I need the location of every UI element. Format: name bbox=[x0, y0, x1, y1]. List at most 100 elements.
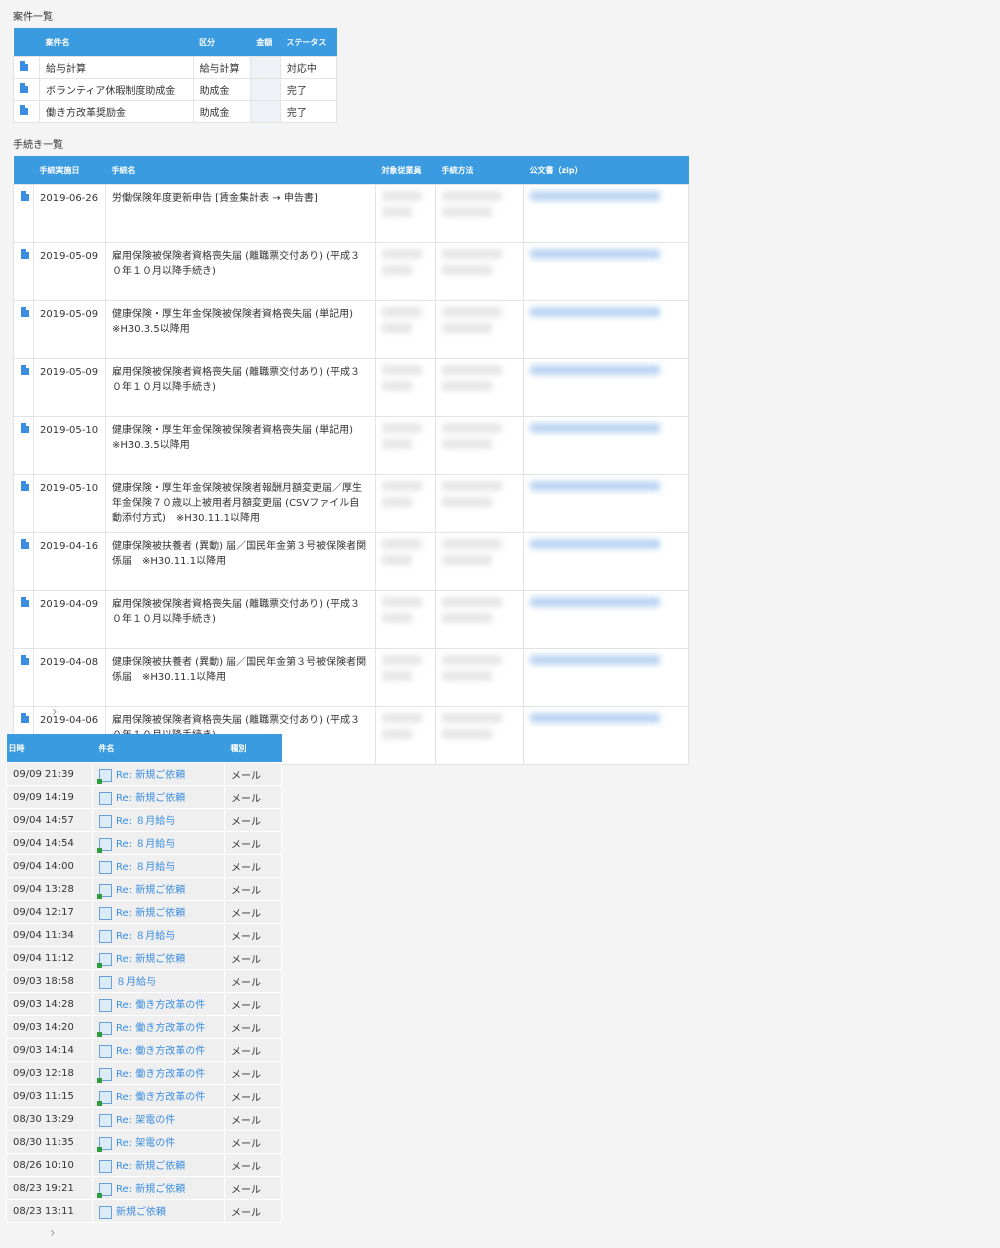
message-subject-link[interactable]: Re: ８月給与 bbox=[116, 862, 175, 873]
message-row[interactable]: 08/26 10:10 Re: 新規ご依頼 メール bbox=[6, 1153, 282, 1177]
message-subject-link[interactable]: Re: 働き方改革の件 bbox=[116, 1046, 205, 1057]
case-name[interactable]: ボランティア休暇制度助成金 bbox=[39, 78, 194, 101]
message-type: メール bbox=[224, 1084, 282, 1108]
message-row[interactable]: 09/03 12:18 Re: 働き方改革の件 メール bbox=[6, 1061, 282, 1085]
message-type: メール bbox=[224, 1199, 282, 1223]
case-row[interactable]: 働き方改革奨励金 助成金 完了 bbox=[13, 100, 338, 123]
message-subject-link[interactable]: Re: 働き方改革の件 bbox=[116, 1092, 205, 1103]
procedure-zip-link[interactable] bbox=[523, 184, 689, 243]
case-amount bbox=[249, 56, 281, 79]
procedure-name[interactable]: 雇用保険被保険者資格喪失届 (離職票交付あり) (平成３０年１０月以降手続き) bbox=[105, 590, 376, 649]
message-subject-link[interactable]: Re: 働き方改革の件 bbox=[116, 1023, 205, 1034]
message-row[interactable]: 08/30 11:35 Re: 架電の件 メール bbox=[6, 1130, 282, 1154]
message-row[interactable]: 09/04 12:17 Re: 新規ご依頼 メール bbox=[6, 900, 282, 924]
procedure-name[interactable]: 労働保険年度更新申告 [賃金集計表 → 申告書] bbox=[105, 184, 376, 243]
procedure-zip-link[interactable] bbox=[523, 358, 689, 417]
procedure-zip-link[interactable] bbox=[523, 648, 689, 707]
message-subject-link[interactable]: Re: 架電の件 bbox=[116, 1138, 175, 1149]
procedure-zip-link[interactable] bbox=[523, 242, 689, 301]
cases-col-amount[interactable]: 金額 bbox=[250, 28, 281, 57]
message-row[interactable]: 09/03 14:20 Re: 働き方改革の件 メール bbox=[6, 1015, 282, 1039]
procedure-row[interactable]: 2019-04-16 健康保険被扶養者 (異動) 届／国民年金第３号被保険者関係届… bbox=[13, 532, 689, 591]
proc-col-name[interactable]: 手続名 bbox=[105, 156, 376, 185]
procedure-zip-link[interactable] bbox=[523, 532, 689, 591]
message-subject-link[interactable]: Re: ８月給与 bbox=[116, 816, 175, 827]
message-time: 08/30 13:29 bbox=[6, 1107, 93, 1131]
cases-col-status[interactable]: ステータス bbox=[280, 28, 337, 57]
procedures-next-page-button[interactable]: › bbox=[52, 704, 58, 720]
message-subject-link[interactable]: Re: 新規ご依頼 bbox=[116, 885, 185, 896]
message-row[interactable]: 09/03 14:14 Re: 働き方改革の件 メール bbox=[6, 1038, 282, 1062]
procedure-zip-link[interactable] bbox=[523, 416, 689, 475]
message-subject-link[interactable]: Re: 新規ご依頼 bbox=[116, 908, 185, 919]
proc-col-employee[interactable]: 対象従業員 bbox=[375, 156, 436, 185]
procedure-row[interactable]: 2019-05-09 健康保険・厚生年金保険被保険者資格喪失届 (単記用) ※H3… bbox=[13, 300, 689, 359]
message-row[interactable]: 08/23 19:21 Re: 新規ご依頼 メール bbox=[6, 1176, 282, 1200]
message-subject-link[interactable]: Re: 新規ご依頼 bbox=[116, 1161, 185, 1172]
message-row[interactable]: 09/04 13:28 Re: 新規ご依頼 メール bbox=[6, 877, 282, 901]
cases-col-category[interactable]: 区分 bbox=[193, 28, 251, 57]
procedure-row[interactable]: 2019-04-09 雇用保険被保険者資格喪失届 (離職票交付あり) (平成３０年… bbox=[13, 590, 689, 649]
procedure-name[interactable]: 健康保険・厚生年金保険被保険者資格喪失届 (単記用) ※H30.3.5以降用 bbox=[105, 300, 376, 359]
procedure-name[interactable]: 健康保険被扶養者 (異動) 届／国民年金第３号被保険者関係届 ※H30.11.1… bbox=[105, 532, 376, 591]
message-subject-link[interactable]: Re: 架電の件 bbox=[116, 1115, 175, 1126]
procedure-zip-link[interactable] bbox=[523, 706, 689, 765]
procedure-method bbox=[435, 300, 524, 359]
message-subject-link[interactable]: Re: ８月給与 bbox=[116, 839, 175, 850]
procedure-row[interactable]: 2019-05-09 雇用保険被保険者資格喪失届 (離職票交付あり) (平成３０年… bbox=[13, 242, 689, 301]
document-icon bbox=[21, 191, 29, 201]
message-row[interactable]: 09/03 18:58 ８月給与 メール bbox=[6, 969, 282, 993]
message-row[interactable]: 09/04 11:34 Re: ８月給与 メール bbox=[6, 923, 282, 947]
message-subject-link[interactable]: Re: 働き方改革の件 bbox=[116, 1069, 205, 1080]
procedure-row[interactable]: 2019-05-10 健康保険・厚生年金保険被保険者資格喪失届 (単記用) ※H3… bbox=[13, 416, 689, 475]
procedure-name[interactable]: 雇用保険被保険者資格喪失届 (離職票交付あり) (平成３０年１０月以降手続き) bbox=[105, 242, 376, 301]
case-row[interactable]: 給与計算 給与計算 対応中 bbox=[13, 56, 338, 79]
case-name[interactable]: 給与計算 bbox=[39, 56, 194, 79]
message-row[interactable]: 09/04 14:57 Re: ８月給与 メール bbox=[6, 808, 282, 832]
case-name[interactable]: 働き方改革奨励金 bbox=[39, 100, 194, 123]
message-subject-link[interactable]: Re: ８月給与 bbox=[116, 931, 175, 942]
message-time: 09/03 14:20 bbox=[6, 1015, 93, 1039]
message-subject-link[interactable]: Re: 新規ご依頼 bbox=[116, 954, 185, 965]
message-type: メール bbox=[224, 992, 282, 1016]
procedure-row[interactable]: 2019-05-10 健康保険・厚生年金保険被保険者報酬月額変更届／厚生年金保険７… bbox=[13, 474, 689, 533]
procedure-row[interactable]: 2019-04-08 健康保険被扶養者 (異動) 届／国民年金第３号被保険者関係届… bbox=[13, 648, 689, 707]
messages-table: 日時 件名 種別 09/09 21:39 Re: 新規ご依頼 メール 09/09 14… bbox=[6, 734, 282, 1223]
procedure-name[interactable]: 健康保険被扶養者 (異動) 届／国民年金第３号被保険者関係届 ※H30.11.1… bbox=[105, 648, 376, 707]
proc-col-date[interactable]: 手続実施日 bbox=[33, 156, 106, 185]
messages-next-page-button[interactable]: › bbox=[50, 1225, 56, 1241]
message-row[interactable]: 09/03 11:15 Re: 働き方改革の件 メール bbox=[6, 1084, 282, 1108]
message-subject-link[interactable]: Re: 新規ご依頼 bbox=[116, 1184, 185, 1195]
cases-col-name[interactable]: 案件名 bbox=[39, 28, 194, 57]
procedure-method bbox=[435, 706, 524, 765]
message-row[interactable]: 08/30 13:29 Re: 架電の件 メール bbox=[6, 1107, 282, 1131]
message-row[interactable]: 09/09 14:19 Re: 新規ご依頼 メール bbox=[6, 785, 282, 809]
procedure-date: 2019-05-09 bbox=[33, 300, 106, 359]
message-row[interactable]: 09/09 21:39 Re: 新規ご依頼 メール bbox=[6, 762, 282, 786]
proc-col-method[interactable]: 手続方法 bbox=[435, 156, 524, 185]
message-subject-link[interactable]: Re: 働き方改革の件 bbox=[116, 1000, 205, 1011]
procedure-zip-link[interactable] bbox=[523, 474, 689, 533]
message-subject-link[interactable]: Re: 新規ご依頼 bbox=[116, 793, 185, 804]
message-row[interactable]: 09/04 14:00 Re: ８月給与 メール bbox=[6, 854, 282, 878]
procedure-row[interactable]: 2019-05-09 雇用保険被保険者資格喪失届 (離職票交付あり) (平成３０年… bbox=[13, 358, 689, 417]
procedure-name[interactable]: 雇用保険被保険者資格喪失届 (離職票交付あり) (平成３０年１０月以降手続き) bbox=[105, 358, 376, 417]
mail-icon bbox=[99, 1205, 112, 1219]
message-row[interactable]: 08/23 13:11 新規ご依頼 メール bbox=[6, 1199, 282, 1223]
procedure-row[interactable]: 2019-06-26 労働保険年度更新申告 [賃金集計表 → 申告書] bbox=[13, 184, 689, 243]
procedure-zip-link[interactable] bbox=[523, 590, 689, 649]
message-subject-link[interactable]: Re: 新規ご依頼 bbox=[116, 770, 185, 781]
procedure-zip-link[interactable] bbox=[523, 300, 689, 359]
message-row[interactable]: 09/04 11:12 Re: 新規ご依頼 メール bbox=[6, 946, 282, 970]
message-row[interactable]: 09/04 14:54 Re: ８月給与 メール bbox=[6, 831, 282, 855]
proc-col-zip[interactable]: 公文書（zip） bbox=[523, 156, 689, 185]
case-row[interactable]: ボランティア休暇制度助成金 助成金 完了 bbox=[13, 78, 338, 101]
procedure-name[interactable]: 健康保険・厚生年金保険被保険者報酬月額変更届／厚生年金保険７０歳以上被用者月額変… bbox=[105, 474, 376, 533]
msg-col-type[interactable]: 種別 bbox=[224, 734, 282, 763]
msg-col-subject[interactable]: 件名 bbox=[92, 734, 225, 763]
msg-col-time[interactable]: 日時 bbox=[6, 734, 93, 763]
message-subject-link[interactable]: 新規ご依頼 bbox=[116, 1207, 166, 1218]
message-subject-link[interactable]: ８月給与 bbox=[116, 977, 156, 988]
procedure-name[interactable]: 健康保険・厚生年金保険被保険者資格喪失届 (単記用) ※H30.3.5以降用 bbox=[105, 416, 376, 475]
message-row[interactable]: 09/03 14:28 Re: 働き方改革の件 メール bbox=[6, 992, 282, 1016]
